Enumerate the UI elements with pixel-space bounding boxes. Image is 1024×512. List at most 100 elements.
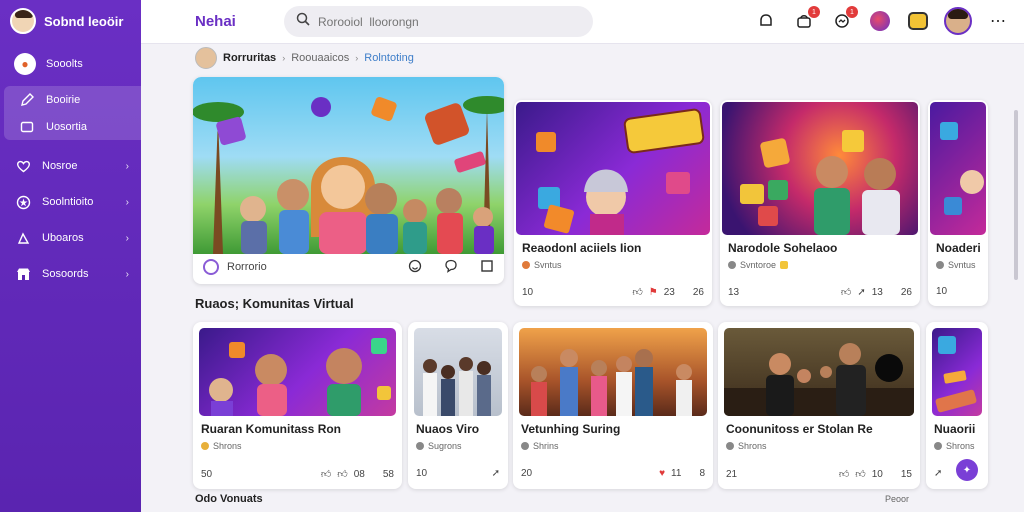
profile-avatar[interactable]: [944, 7, 972, 35]
content-card[interactable]: Ruaran Komunitass Ron Shrons 50 👍︎ 👍︎ 08…: [193, 322, 402, 489]
scrollbar[interactable]: [1014, 110, 1018, 280]
comment-icon[interactable]: [444, 259, 458, 276]
sidebar-item-home[interactable]: ● Sooolts: [0, 46, 141, 82]
card-creator: Shrons: [946, 441, 975, 451]
like-action[interactable]: 👍︎ 👍︎ 08: [321, 468, 365, 481]
shares-count: 26: [900, 286, 912, 298]
search-bar[interactable]: [284, 6, 593, 37]
dislike-icon: ⚑: [648, 286, 658, 298]
card-title[interactable]: Reaodonl aciiels Iion: [522, 241, 641, 255]
breadcrumb-item[interactable]: Rorruritas: [223, 52, 276, 64]
thumbs-up-icon: 👍︎: [632, 287, 643, 298]
likes-count: 11: [671, 468, 682, 479]
topbar-actions: 1 1 ⋯: [754, 6, 1010, 35]
chevron-right-icon: ›: [125, 196, 129, 208]
creator-dot-icon: [416, 442, 424, 450]
card-subtitle: Shrons: [201, 441, 242, 451]
card-creator: Svntus: [948, 260, 976, 270]
card-title[interactable]: Nuaorii: [934, 422, 975, 436]
card-stats: 10: [936, 286, 980, 297]
content-card[interactable]: Narodole Sohelaoo Svntoroe 13 👍︎ ➚ 13 26: [720, 100, 920, 306]
like-action[interactable]: ♥ 11: [659, 468, 681, 479]
creator-dot-icon: [521, 442, 529, 450]
sidebar-item-videos[interactable]: Uboaros ›: [0, 220, 141, 256]
brand-name[interactable]: Nehai: [195, 13, 236, 30]
content-card[interactable]: Vetunhing Suring Shrins 20 ♥ 11 8: [513, 322, 713, 489]
breadcrumb-separator-icon: ›: [282, 53, 286, 63]
sparkle-icon: ✦: [962, 464, 972, 476]
search-input[interactable]: [318, 14, 568, 29]
card-subtitle: Shrons: [934, 441, 975, 451]
sidebar-item-label: Sooolts: [46, 58, 83, 70]
bell-icon[interactable]: [754, 9, 778, 33]
featured-thumbnail[interactable]: [193, 77, 504, 254]
card-creator: Shrons: [213, 441, 242, 451]
content-card[interactable]: Coonunitoss er Stolan Re Shrons 21 👍︎ 👍︎…: [718, 322, 920, 489]
card-thumbnail[interactable]: [932, 328, 982, 416]
card-thumbnail[interactable]: [930, 102, 986, 235]
content-card[interactable]: Reaodonl aciiels Iion Svntus 10 👍︎ ⚑ 23 …: [514, 100, 712, 306]
like-action[interactable]: 👍︎ ⚑ 23: [632, 286, 675, 299]
emoji-react-icon[interactable]: [408, 259, 422, 276]
sidebar-item-label: Uboaros: [42, 232, 84, 244]
card-thumbnail[interactable]: [516, 102, 710, 235]
shares-count: 26: [692, 286, 704, 298]
game-orb-icon[interactable]: [868, 9, 892, 33]
creator-dot-icon: [934, 442, 942, 450]
cart-badge: 1: [808, 6, 820, 18]
share-arrow-icon: ➚: [857, 286, 866, 298]
sidebar-header: Sobnd leoöir: [0, 0, 141, 42]
cart-icon[interactable]: 1: [792, 6, 820, 33]
card-title[interactable]: Vetunhing Suring: [521, 422, 620, 436]
user-avatar[interactable]: [10, 8, 36, 34]
bookmark-square-icon[interactable]: [480, 259, 494, 276]
like-action[interactable]: 👍︎ ➚ 13: [841, 286, 883, 299]
like-action[interactable]: 👍︎ 👍︎ 10: [839, 468, 883, 481]
content-card[interactable]: Nuaos Viro Sugrons 10 ➚: [408, 322, 508, 489]
brand-logo-icon: ●: [14, 53, 36, 75]
card-stats: 20 ♥ 11 8: [521, 468, 705, 479]
share-arrow-icon[interactable]: ➚: [492, 468, 500, 479]
sidebar-item-gallery[interactable]: Uosortia: [4, 113, 141, 140]
card-stats: 21 👍︎ 👍︎ 10 15: [726, 468, 912, 481]
card-title[interactable]: Ruaran Komunitass Ron: [201, 422, 341, 436]
breadcrumb-item[interactable]: Roouaaicos: [291, 52, 349, 64]
see-all-link[interactable]: Peoor: [885, 494, 909, 504]
sidebar-item-store[interactable]: Sosoords ›: [0, 256, 141, 292]
card-subtitle: Shrons: [726, 441, 767, 451]
card-title[interactable]: Coonunitoss er Stolan Re: [726, 422, 873, 436]
card-thumbnail[interactable]: [414, 328, 502, 416]
sidebar: Sobnd leoöir ● Sooolts Booirie Uosortia …: [0, 0, 141, 512]
sidebar-item-featured[interactable]: Soolntioito ›: [0, 184, 141, 220]
card-thumbnail[interactable]: [724, 328, 914, 416]
sidebar-item-favorites[interactable]: Nosroe ›: [0, 148, 141, 184]
creator-dot-icon: [936, 261, 944, 269]
sidebar-item-create[interactable]: Booirie: [4, 86, 141, 113]
card-stats: 13 👍︎ ➚ 13 26: [728, 286, 912, 299]
card-thumbnail[interactable]: [199, 328, 396, 416]
card-title[interactable]: Noaderi: [936, 241, 981, 255]
card-creator: Shrins: [533, 441, 559, 451]
card-title[interactable]: Narodole Sohelaoo: [728, 241, 837, 255]
community-avatar[interactable]: [195, 47, 217, 69]
creator-dot-icon: [728, 261, 736, 269]
more-options-icon[interactable]: ⋯: [986, 9, 1010, 33]
section-title: Ruaos; Komunitas Virtual: [195, 296, 354, 311]
card-subtitle: Sugrons: [416, 441, 462, 451]
share-arrow-icon[interactable]: ➚: [934, 468, 942, 479]
creator-dot-icon: [726, 442, 734, 450]
card-title[interactable]: Nuaos Viro: [416, 422, 479, 436]
gamepad-icon[interactable]: [906, 9, 930, 33]
breadcrumb-item-current[interactable]: Rolntoting: [364, 52, 414, 64]
play-icon: [14, 229, 32, 247]
card-thumbnail[interactable]: [722, 102, 918, 235]
featured-card[interactable]: Rorrorio: [193, 77, 504, 284]
more-section-title: Odo Vonuats: [195, 493, 263, 505]
sparkle-action-button[interactable]: ✦: [956, 459, 978, 481]
sidebar-item-label: Nosroe: [42, 160, 78, 172]
messages-icon[interactable]: 1: [830, 6, 858, 33]
shares-count: 8: [699, 468, 705, 479]
content-card[interactable]: Noaderi Svntus 10: [928, 100, 988, 306]
card-thumbnail[interactable]: [519, 328, 707, 416]
views-count: 10: [522, 286, 534, 298]
